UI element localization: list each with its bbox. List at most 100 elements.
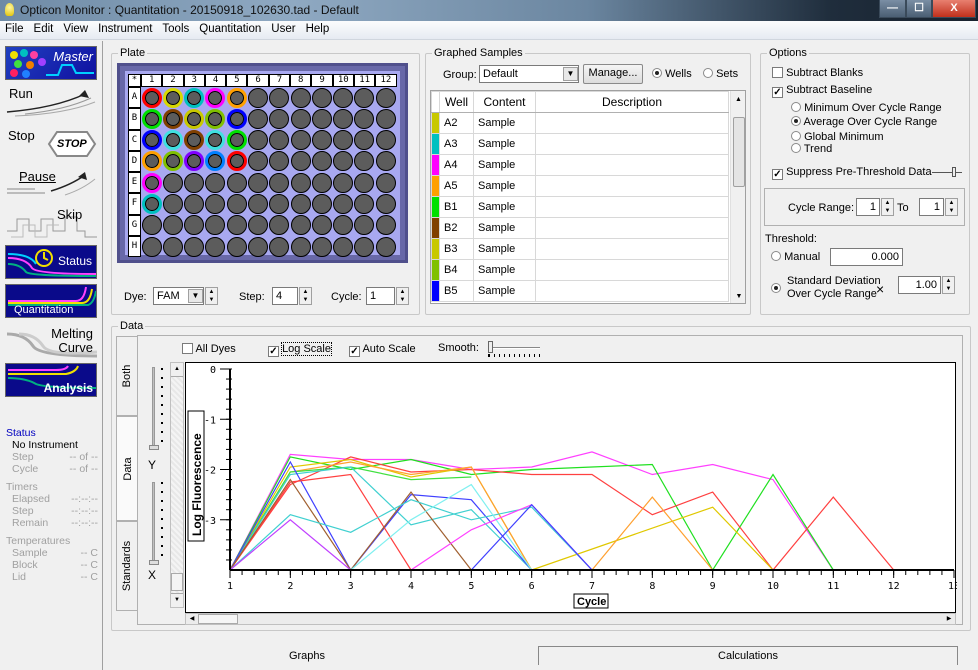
plate-well[interactable] [247, 172, 268, 193]
avg-range-radio[interactable]: Average Over Cycle Range [791, 116, 937, 128]
tab-standards[interactable]: Standards [116, 521, 138, 611]
plate-column-header[interactable]: 4 [204, 74, 227, 87]
chart-vscroll-down[interactable]: ▼ [171, 593, 183, 607]
cycle-to-spinner[interactable]: ▲ ▼ [945, 198, 958, 216]
plate-well[interactable] [205, 215, 226, 236]
scroll-down-icon[interactable]: ▼ [731, 293, 745, 300]
plate-well[interactable] [290, 130, 311, 151]
subtract-baseline-checkbox[interactable]: ✓ Subtract Baseline [772, 84, 872, 98]
sample-row[interactable]: B3 Sample [431, 238, 729, 260]
plate-well-selected[interactable] [162, 151, 183, 172]
master-button[interactable]: Master [5, 46, 97, 80]
status-button[interactable]: Status [5, 245, 97, 279]
plate-well[interactable] [290, 172, 311, 193]
plate-row-header[interactable]: A [128, 87, 141, 109]
plate-well[interactable] [162, 236, 183, 257]
plate-well[interactable] [247, 193, 268, 214]
plate-well[interactable] [247, 236, 268, 257]
plate-well[interactable] [311, 236, 332, 257]
plate-well[interactable] [269, 130, 290, 151]
cycle-range-to[interactable]: 1 [919, 198, 944, 216]
plate-well[interactable] [162, 193, 183, 214]
plate-well[interactable] [311, 215, 332, 236]
plate-column-header[interactable]: 11 [353, 74, 376, 87]
quantitation-button[interactable]: Quantitation [5, 284, 97, 318]
plate-well[interactable] [311, 151, 332, 172]
plate-well-selected[interactable] [141, 108, 162, 129]
stddev-radio[interactable] [771, 283, 781, 295]
plate-well[interactable] [354, 215, 375, 236]
plate-well[interactable] [247, 130, 268, 151]
plate-well[interactable] [269, 193, 290, 214]
plate-well[interactable] [375, 236, 396, 257]
plate-well[interactable] [269, 215, 290, 236]
samples-scroll-thumb[interactable] [733, 117, 745, 187]
plate-well[interactable] [226, 236, 247, 257]
plate-well[interactable] [269, 87, 290, 108]
plate-well[interactable] [354, 87, 375, 108]
plate-well[interactable] [333, 172, 354, 193]
stddev-spinner[interactable]: ▲ ▼ [942, 276, 955, 294]
plate-well[interactable] [141, 236, 162, 257]
plate-well[interactable] [311, 108, 332, 129]
sample-row[interactable]: A5 Sample [431, 175, 729, 197]
plate-well[interactable] [311, 130, 332, 151]
plate-well-selected[interactable] [226, 151, 247, 172]
step-input[interactable]: 4 [272, 287, 298, 305]
plate-well[interactable] [375, 215, 396, 236]
chart-vscrollbar[interactable]: ▲ ▼ [170, 362, 184, 608]
plate-well[interactable] [184, 193, 205, 214]
wells-radio[interactable]: Wells [652, 68, 692, 80]
plate-well-selected[interactable] [141, 172, 162, 193]
plate-well[interactable] [333, 215, 354, 236]
plate-column-header[interactable]: 1 [141, 74, 163, 87]
plate-well-selected[interactable] [184, 130, 205, 151]
plate-well[interactable] [333, 108, 354, 129]
plate-well[interactable] [290, 151, 311, 172]
plate-well-selected[interactable] [205, 87, 226, 108]
plate-well[interactable] [290, 193, 311, 214]
plate-row-header[interactable]: C [128, 129, 141, 151]
plate-well[interactable] [162, 172, 183, 193]
plate-column-header[interactable]: 10 [332, 74, 354, 87]
plate-row-header[interactable]: G [128, 214, 141, 237]
plate-well[interactable] [226, 172, 247, 193]
plate-column-header[interactable]: 6 [247, 74, 269, 87]
plate-well[interactable] [226, 193, 247, 214]
plate-well-selected[interactable] [184, 108, 205, 129]
plate-well[interactable] [375, 151, 396, 172]
plate-well[interactable] [375, 193, 396, 214]
suppress-slider[interactable] [932, 167, 962, 177]
plate-well[interactable] [162, 215, 183, 236]
plate-well[interactable] [354, 236, 375, 257]
plate-column-header[interactable]: 12 [375, 74, 397, 87]
plate-well-selected[interactable] [141, 130, 162, 151]
plate-row-header[interactable]: B [128, 108, 141, 130]
group-dropdown-arrow[interactable]: ▼ [563, 67, 578, 81]
plate-well[interactable] [333, 130, 354, 151]
global-min-radio[interactable]: Global Minimum [791, 131, 884, 143]
stop-button[interactable]: Stop STOP [5, 126, 97, 160]
step-spinner[interactable]: ▲ ▼ [299, 287, 312, 305]
manual-radio[interactable]: Manual [771, 251, 820, 263]
plate-column-header[interactable]: 9 [311, 74, 333, 87]
chart-hscrollbar[interactable]: ◀ ▶ [185, 613, 956, 625]
chart-hscroll-thumb[interactable] [198, 614, 238, 624]
tab-data[interactable]: Data [116, 416, 138, 521]
plate-well[interactable] [226, 215, 247, 236]
plate-well[interactable] [247, 151, 268, 172]
smooth-slider-thumb[interactable] [488, 341, 493, 353]
suppress-slider-thumb[interactable] [952, 167, 956, 177]
plate-well-selected[interactable] [205, 108, 226, 129]
sample-row[interactable]: A3 Sample [431, 133, 729, 155]
plate-row-header[interactable]: E [128, 172, 141, 194]
x-slider-thumb[interactable] [149, 560, 159, 565]
minimize-button[interactable]: — [879, 0, 906, 18]
plate-well[interactable] [354, 151, 375, 172]
dye-dropdown-arrow[interactable]: ▼ [188, 289, 203, 303]
log-scale-checkbox[interactable]: ✓ Log Scale [268, 342, 332, 357]
plate-well-selected[interactable] [184, 151, 205, 172]
tab-calculations[interactable]: Calculations [538, 646, 958, 665]
scroll-up-icon[interactable]: ▲ [731, 96, 745, 103]
menu-user[interactable]: User [266, 21, 300, 35]
